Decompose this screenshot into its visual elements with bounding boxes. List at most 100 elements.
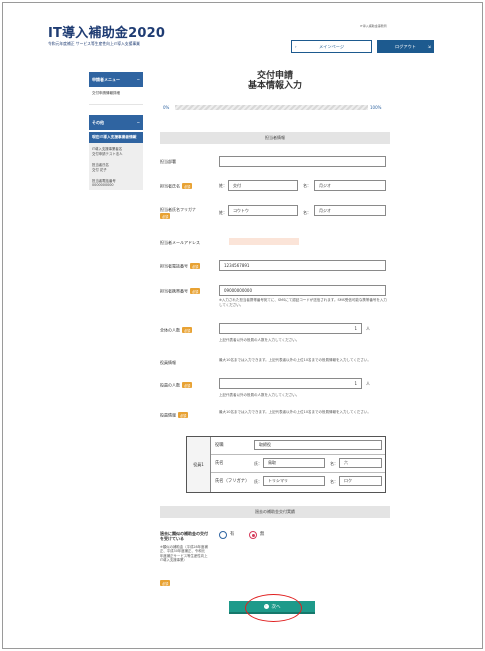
officer-count-label: 役員の人数 必須 <box>160 382 193 389</box>
progress-end-label: 100% <box>370 105 382 110</box>
phone-label-text: 担当者電話番号 <box>160 263 188 269</box>
officer-table: 役員1 役職 取締役 氏名 氏： 鳥取 名： 六 氏名（フリガナ） 氏： トリシ… <box>186 436 386 493</box>
name-label: 担当者氏名 必須 <box>160 183 193 190</box>
employees-input[interactable]: 1 <box>219 323 362 334</box>
page-title: 交付申請 基本情報入力 <box>160 71 390 92</box>
top-right-note: IT導入補助金事務局 <box>360 24 387 28</box>
officer-row-label: 役員1 <box>187 437 211 492</box>
officer-kana-mei-input[interactable]: ロク <box>339 476 382 486</box>
progress-bar <box>175 105 368 110</box>
collapse-icon: − <box>136 120 140 125</box>
dept-label: 担当部署 <box>160 159 176 164</box>
email-value-field <box>229 238 299 245</box>
officer-title-input[interactable]: 取締役 <box>254 440 382 450</box>
logout-label: ログアウト <box>395 43 416 49</box>
kana-sei-prefix: 姓： <box>219 210 227 215</box>
officer-info2-note: 最大10名までは入力できます。上記代表者以外の上位10名までの役員情報を入力して… <box>219 410 371 414</box>
officers-info-label: 役員情報 <box>160 360 176 365</box>
mobile-note: ※入力された担当者携帯番号宛てに、SMSにて認証コードが送信されます。SMS受信… <box>219 298 387 307</box>
kv-value: 交付 花子 <box>92 168 107 172</box>
logout-button[interactable]: ログアウト ⇲ <box>377 40 434 53</box>
radio-no[interactable] <box>249 531 257 539</box>
radio-yes-label: 有 <box>230 532 235 537</box>
sidebar-other-header[interactable]: その他 − <box>89 115 143 130</box>
main-page-label: メインページ <box>318 43 345 49</box>
highlight-ellipse <box>245 594 302 622</box>
officers-info-note: 最大10名までは入力できます。上記代表者以外の上位10名までの役員情報を入力して… <box>219 358 371 362</box>
employees-label: 全体の人数 必須 <box>160 327 193 334</box>
employees-unit: 人 <box>366 326 370 331</box>
past-grant-question: 過去に類似の補助金の交付を受けている <box>160 531 208 542</box>
page-title-line2: 基本情報入力 <box>247 81 302 92</box>
officer-count-label-text: 役員の人数 <box>160 382 180 388</box>
progress-start-label: 0% <box>163 105 170 110</box>
email-label: 担当者メールアドレス <box>160 240 200 245</box>
vendor-info-heading: 現在IT導入支援事業者情報 <box>89 132 143 143</box>
employees-note: 上記代表者以外の役員の人数を入力してください。 <box>219 338 300 342</box>
sidebar-item-label: 交付申請情報詳細 <box>92 91 120 95</box>
mobile-label-text: 担当者携帯番号 <box>160 288 188 294</box>
sidebar-item-application-detail[interactable]: 交付申請情報詳細 <box>89 87 143 105</box>
employees-label-text: 全体の人数 <box>160 327 180 333</box>
officer-name-row: 氏名 氏： 鳥取 名： 六 <box>211 455 385 473</box>
kana-mei-input[interactable]: 月ジオ <box>314 205 386 216</box>
officer-sei-input[interactable]: 鳥取 <box>263 458 325 468</box>
kana-mei-prefix: 名： <box>303 210 311 215</box>
officer-title-label: 役職 <box>215 443 224 448</box>
radio-no-label: 無 <box>260 532 265 537</box>
officer-title-row: 役職 取締役 <box>211 437 385 455</box>
site-logo[interactable]: IT導入補助金2020 <box>48 22 165 41</box>
mobile-label: 担当者携帯番号 必須 <box>160 288 201 295</box>
collapse-icon: − <box>136 77 140 82</box>
logo-subtitle: 令和元年度補正 サービス等生産性向上IT導入支援事業 <box>48 41 140 46</box>
officer-kana-label: 氏名（フリガナ） <box>215 479 250 484</box>
past-grant-note: ※類似の補助金（平成28年度補正、平成30年度補正、令和元年度補正サービス等生産… <box>160 545 208 563</box>
required-badge: 必須 <box>160 213 171 219</box>
sei-input[interactable]: 交付 <box>228 180 298 191</box>
required-badge: 必須 <box>190 263 201 269</box>
section-past-grant-header: 過去の補助金交付実績 <box>160 506 390 518</box>
logout-icon: ⇲ <box>427 44 431 49</box>
officer-mei-input[interactable]: 六 <box>339 458 382 468</box>
officer-mei-prefix: 名： <box>330 461 338 466</box>
required-badge: 必須 <box>182 382 193 388</box>
kana-sei-input[interactable]: コウトウ <box>228 205 298 216</box>
officer-info2-label-text: 役員情報 <box>160 412 176 418</box>
required-badge: 必須 <box>182 327 193 333</box>
kv-value: 交付申請テスト法人 <box>92 152 123 156</box>
officer-kana-sei-prefix: 氏： <box>254 479 262 484</box>
section-contact-header: 担当者情報 <box>160 132 390 144</box>
officer-count-unit: 人 <box>366 381 370 386</box>
required-badge: 必須 <box>160 580 171 586</box>
logo-text: IT導入補助金2020 <box>48 26 166 41</box>
officer-kana-sei-input[interactable]: トリシマリ <box>263 476 325 486</box>
officer-info2-label: 役員情報 必須 <box>160 412 189 419</box>
name-label-text: 担当者氏名 <box>160 183 180 189</box>
kana-label: 担当者氏名フリガナ 必須 <box>160 207 196 219</box>
vendor-info-panel: 現在IT導入支援事業者情報 IT導入支援事業者名 交付申請テスト法人 担当者氏名… <box>89 132 143 190</box>
officer-sei-prefix: 氏： <box>254 461 262 466</box>
dept-input[interactable] <box>219 156 386 167</box>
arrow-left-icon: › <box>295 44 297 49</box>
mei-prefix: 名： <box>303 183 311 188</box>
required-badge: 必須 <box>178 412 189 418</box>
kv-value: 0000000000 <box>92 183 114 187</box>
mei-input[interactable]: 月ジオ <box>314 180 386 191</box>
phone-input[interactable]: 1234567891 <box>219 260 386 271</box>
officer-kana-mei-prefix: 名： <box>330 479 338 484</box>
sidebar-menu-title: 申請者メニュー <box>92 76 120 82</box>
vendor-kv-1: 担当者氏名 交付 花子 <box>89 159 143 175</box>
mobile-input[interactable]: 09000000000 <box>219 285 386 296</box>
officer-name-label: 氏名 <box>215 461 224 466</box>
main-page-button[interactable]: › メインページ <box>291 40 372 53</box>
vendor-kv-2: 担当者電話番号 0000000000 <box>89 175 143 190</box>
officer-count-input[interactable]: 1 <box>219 378 362 389</box>
sidebar-other-title: その他 <box>92 119 104 125</box>
phone-label: 担当者電話番号 必須 <box>160 263 201 270</box>
page-title-line1: 交付申請 <box>256 71 293 81</box>
radio-yes[interactable] <box>219 531 227 539</box>
sidebar-menu-header[interactable]: 申請者メニュー − <box>89 72 143 87</box>
sidebar: 申請者メニュー − 交付申請情報詳細 その他 − 現在IT導入支援事業者情報 I… <box>89 72 143 190</box>
kana-label-text: 担当者氏名フリガナ <box>160 207 196 212</box>
required-badge: 必須 <box>182 183 193 189</box>
